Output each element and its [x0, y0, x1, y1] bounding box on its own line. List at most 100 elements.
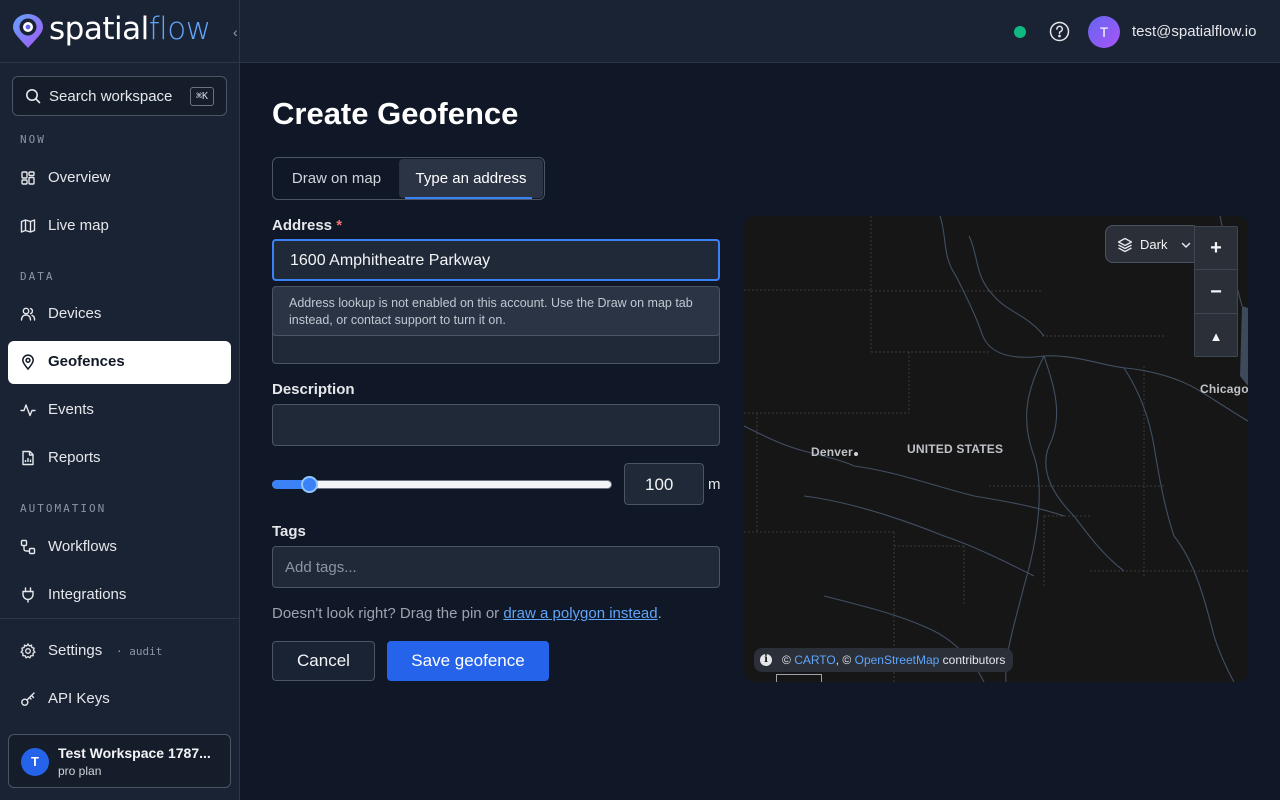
chevron-down-icon [1181, 242, 1191, 249]
required-marker: * [336, 217, 343, 234]
status-indicator [1014, 26, 1026, 38]
map-attribution: i © CARTO, © OpenStreetMap contributors [754, 648, 1014, 672]
plug-icon [22, 587, 34, 603]
sidebar-item-label: Live map [48, 217, 109, 234]
attribution-suffix: contributors [939, 653, 1006, 667]
sidebar-item-geofences[interactable]: Geofences [8, 341, 231, 384]
zoom-out-button[interactable]: − [1195, 271, 1237, 314]
report-icon [22, 450, 34, 466]
map-icon [20, 219, 36, 233]
map-scale-bar [776, 674, 822, 682]
sidebar-item-label: Integrations [48, 586, 127, 603]
page-title: Create Geofence [272, 96, 519, 131]
top-bar: T test@spatialflow.io [240, 0, 1280, 63]
users-icon [20, 307, 36, 321]
hint-prefix: Doesn't look right? Drag the pin or [272, 605, 504, 622]
cancel-button[interactable]: Cancel [272, 641, 375, 681]
help-icon[interactable] [1049, 21, 1070, 42]
carto-link[interactable]: CARTO [794, 653, 836, 667]
map-style-selector[interactable]: Dark [1105, 225, 1200, 263]
sidebar-item-label: Workflows [48, 538, 117, 555]
sidebar-item-label: Geofences [48, 353, 125, 370]
tags-placeholder: Add tags... [285, 559, 357, 576]
sidebar-item-events[interactable]: Events [8, 389, 231, 432]
search-icon [26, 89, 41, 104]
sidebar-item-workflows[interactable]: Workflows [8, 526, 231, 569]
address-lookup-notice: Address lookup is not enabled on this ac… [272, 286, 720, 336]
sidebar-divider [0, 618, 239, 619]
address-label-text: Address [272, 217, 333, 234]
radius-slider-track[interactable] [272, 480, 612, 489]
attribution-prefix: © [782, 653, 795, 667]
sidebar-item-label: Settings [48, 642, 103, 659]
tags-input[interactable]: Add tags... [272, 546, 720, 588]
address-label: Address * [272, 217, 342, 234]
input-mode-tabs: Draw on map Type an address [272, 157, 545, 200]
section-label-now: NOW [20, 133, 46, 146]
activity-icon [20, 404, 36, 417]
info-icon[interactable]: i [760, 654, 772, 666]
sidebar-item-label: Reports [48, 449, 101, 466]
map-label-chicago: Chicago [1200, 382, 1248, 396]
layers-icon [1117, 237, 1133, 253]
map-zoom-controls: + − ▲ [1194, 226, 1238, 357]
sidebar-item-integrations[interactable]: Integrations [8, 574, 231, 617]
search-label: Search workspace [49, 88, 173, 105]
tags-label: Tags [272, 523, 306, 540]
workspace-name: Test Workspace 1787... [58, 745, 211, 761]
zoom-in-button[interactable]: + [1195, 227, 1237, 270]
sidebar-item-devices[interactable]: Devices [8, 293, 231, 336]
sidebar-item-label: Events [48, 401, 94, 418]
map-style-label: Dark [1140, 237, 1168, 252]
sidebar-item-overview[interactable]: Overview [8, 157, 231, 200]
description-input[interactable] [272, 404, 720, 446]
compass-reset-button[interactable]: ▲ [1195, 315, 1237, 358]
attribution-mid: , © [835, 653, 855, 667]
sidebar-item-label: Devices [48, 305, 102, 322]
gear-icon [20, 643, 36, 659]
sidebar-item-label: Overview [48, 169, 111, 186]
sidebar-item-live-map[interactable]: Live map [8, 205, 231, 248]
tab-type-an-address[interactable]: Type an address [399, 159, 543, 199]
user-avatar[interactable]: T [1088, 16, 1120, 48]
workspace-switcher[interactable]: T Test Workspace 1787... pro plan [8, 734, 231, 788]
tab-draw-on-map[interactable]: Draw on map [273, 158, 400, 199]
sidebar-item-reports[interactable]: Reports [8, 437, 231, 480]
save-geofence-button[interactable]: Save geofence [387, 641, 549, 681]
workspace-plan: pro plan [58, 764, 102, 778]
logo-text-accent: flow [148, 11, 211, 47]
radius-input-value: 100 [645, 475, 674, 494]
logo-pin-icon [13, 14, 43, 48]
search-shortcut: ⌘K [189, 87, 214, 106]
settings-audit-tag: · audit [116, 645, 163, 658]
sidebar-item-settings[interactable]: Settings · audit [8, 630, 231, 673]
workflow-icon [20, 539, 36, 555]
key-icon [21, 692, 35, 706]
logo-text-primary: spatial [49, 11, 149, 47]
radius-input[interactable]: 100 [624, 463, 704, 505]
map-label-united-states: UNITED STATES [907, 442, 1004, 456]
sidebar-item-label: API Keys [48, 690, 110, 707]
section-label-automation: AUTOMATION [20, 502, 107, 515]
map-label-denver: Denver [811, 445, 853, 459]
map-pin-icon [22, 354, 34, 370]
logo-wordmark[interactable]: spatialflow [49, 11, 211, 47]
dashboard-icon [21, 171, 35, 185]
description-label: Description [272, 381, 355, 398]
search-workspace-button[interactable]: Search workspace ⌘K [12, 76, 227, 116]
radius-slider-thumb[interactable] [301, 476, 319, 493]
user-email[interactable]: test@spatialflow.io [1132, 23, 1256, 40]
address-input-value: 1600 Amphitheatre Parkway [290, 252, 491, 269]
draw-polygon-link[interactable]: draw a polygon instead [503, 605, 657, 622]
sidebar-item-api-keys[interactable]: API Keys [8, 678, 231, 721]
hint-suffix: . [657, 605, 662, 622]
workspace-avatar: T [21, 748, 49, 776]
address-input[interactable]: 1600 Amphitheatre Parkway [272, 239, 720, 281]
radius-unit: m [708, 476, 721, 493]
section-label-data: DATA [20, 270, 55, 283]
sidebar: spatialflow ‹ Search workspace ⌘K NOW Ov… [0, 0, 240, 800]
map-preview[interactable]: Denver UNITED STATES Chicago Dark + − ▲ … [744, 216, 1248, 682]
logo-row: spatialflow ‹ [0, 0, 239, 63]
map-hint: Doesn't look right? Drag the pin or draw… [272, 605, 662, 622]
openstreetmap-link[interactable]: OpenStreetMap [855, 653, 940, 667]
